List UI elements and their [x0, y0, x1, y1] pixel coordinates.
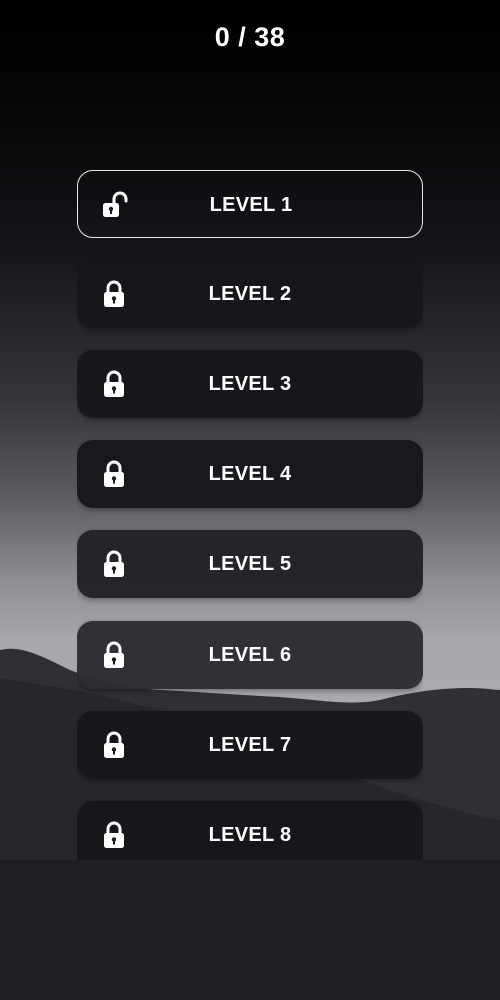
level-3-label: LEVEL 3 [208, 373, 292, 395]
level-select-screen: 0 / 38 LEVEL 1 LEVEL 2 LEVEL 3 LEVEL 4 L… [0, 0, 500, 1000]
level-3-button[interactable]: LEVEL 3 [77, 350, 423, 418]
level-1-label: LEVEL 1 [209, 194, 293, 216]
level-6-button[interactable]: LEVEL 6 [77, 621, 423, 689]
level-4-label: LEVEL 4 [208, 463, 292, 485]
level-2-button[interactable]: LEVEL 2 [77, 260, 423, 328]
level-progress-counter: 0 / 38 [214, 22, 286, 52]
level-1-button[interactable]: LEVEL 1 [77, 170, 423, 238]
level-6-label: LEVEL 6 [208, 644, 292, 666]
level-4-button[interactable]: LEVEL 4 [77, 440, 423, 508]
level-5-button[interactable]: LEVEL 5 [77, 530, 423, 598]
ground [0, 860, 500, 1000]
level-7-label: LEVEL 7 [208, 734, 292, 756]
level-2-label: LEVEL 2 [208, 283, 292, 305]
level-5-label: LEVEL 5 [208, 553, 292, 575]
level-7-button[interactable]: LEVEL 7 [77, 711, 423, 779]
level-8-label: LEVEL 8 [208, 824, 292, 846]
level-list[interactable]: LEVEL 1 LEVEL 2 LEVEL 3 LEVEL 4 LEVEL 5 … [77, 170, 423, 860]
level-8-button[interactable]: LEVEL 8 [77, 801, 423, 860]
